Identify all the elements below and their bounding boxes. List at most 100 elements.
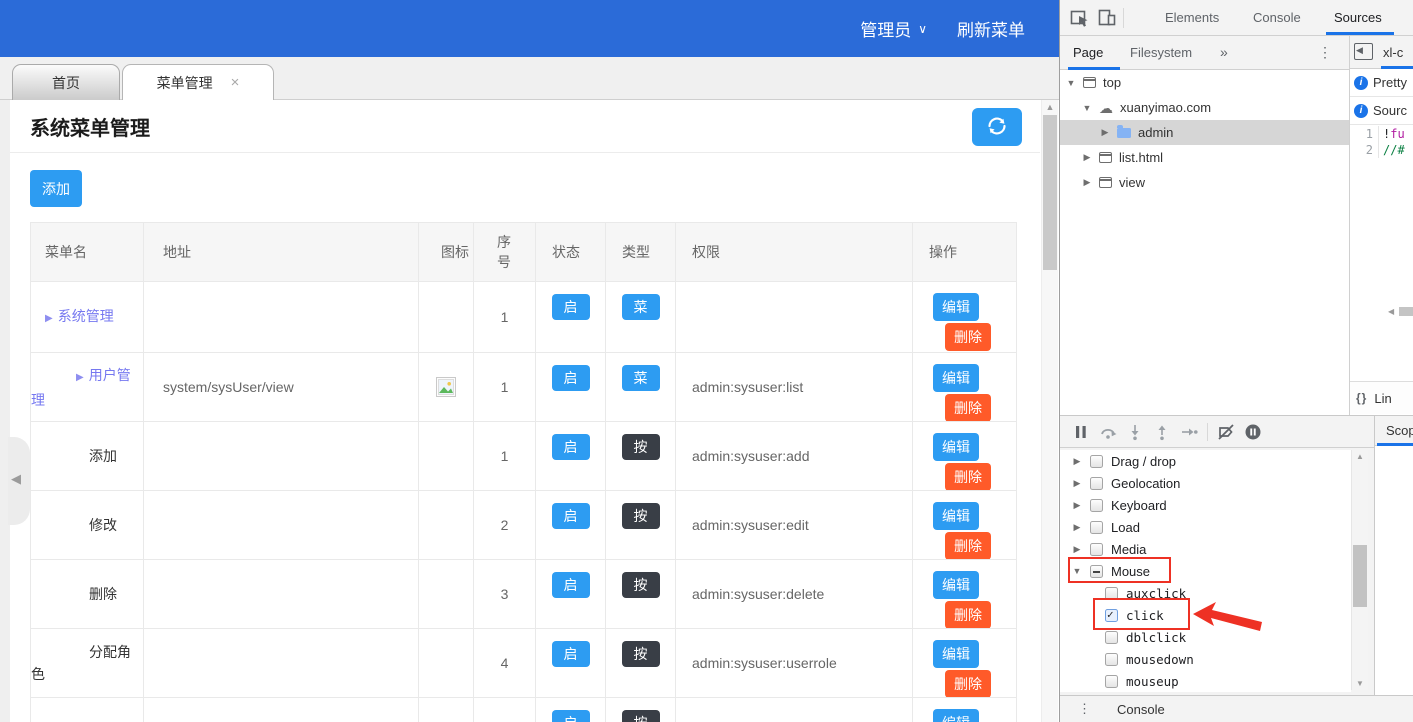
scroll-up-icon[interactable]: ▲ <box>1352 452 1368 461</box>
edit-button[interactable]: 编辑 <box>933 433 979 461</box>
tree-item-top[interactable]: ▼ top <box>1060 70 1349 95</box>
checkbox[interactable] <box>1090 499 1103 512</box>
breakpoint-category-load[interactable]: ▶ Load <box>1060 516 1351 538</box>
device-toolbar-icon[interactable] <box>1097 8 1117 28</box>
breakpoint-category-keyboard[interactable]: ▶ Keyboard <box>1060 494 1351 516</box>
delete-button[interactable]: 删除 <box>945 323 991 351</box>
pretty-print-bar[interactable]: i Pretty <box>1350 69 1413 97</box>
edit-button[interactable]: 编辑 <box>933 502 979 530</box>
delete-button[interactable]: 删除 <box>945 670 991 698</box>
tab-home[interactable]: 首页 <box>12 64 120 100</box>
edit-button[interactable]: 编辑 <box>933 364 979 392</box>
breakpoint-category-mouse[interactable]: ▼ Mouse <box>1060 560 1351 582</box>
scrollbar-thumb[interactable] <box>1043 115 1057 270</box>
tree-item-view[interactable]: ▶ view <box>1060 170 1349 195</box>
step-into-icon[interactable] <box>1126 423 1144 441</box>
tab-scope[interactable]: Scop <box>1375 416 1413 446</box>
step-out-icon[interactable] <box>1153 423 1171 441</box>
tab-filesystem[interactable]: Filesystem <box>1130 36 1192 69</box>
more-tabs-icon[interactable]: » <box>1220 36 1228 69</box>
refresh-button[interactable] <box>972 108 1022 146</box>
checkbox-checked[interactable] <box>1105 609 1118 622</box>
tree-item-admin[interactable]: ▶ admin <box>1060 120 1349 145</box>
tab-console[interactable]: Console <box>1253 0 1301 35</box>
tab-menu-management[interactable]: 菜单管理 × <box>122 64 274 100</box>
pause-on-exceptions-icon[interactable] <box>1244 423 1262 441</box>
pretty-print-icon[interactable]: { } <box>1356 391 1366 405</box>
tab-sources[interactable]: Sources <box>1334 0 1382 35</box>
breakpoint-event-auxclick[interactable]: auxclick <box>1060 582 1351 604</box>
edit-button[interactable]: 编辑 <box>933 709 979 722</box>
breakpoint-category-dragdrop[interactable]: ▶ Drag / drop <box>1060 450 1351 472</box>
step-icon[interactable] <box>1180 423 1198 441</box>
caret-right-icon[interactable]: ▶ <box>1082 152 1092 163</box>
edit-button[interactable]: 编辑 <box>933 571 979 599</box>
delete-button[interactable]: 删除 <box>945 601 991 629</box>
drawer-menu-icon[interactable]: ⋮ <box>1078 701 1091 717</box>
breakpoint-event-dblclick[interactable]: dblclick <box>1060 626 1351 648</box>
tree-item-domain[interactable]: ▼ ☁ xuanyimao.com <box>1060 95 1349 120</box>
breakpoint-event-click[interactable]: click <box>1060 604 1351 626</box>
checkbox[interactable] <box>1090 521 1103 534</box>
source-code[interactable]: 1 !fu 2 //# <box>1350 126 1413 158</box>
line-number[interactable]: 2 <box>1350 142 1379 158</box>
caret-right-icon[interactable]: ▶ <box>1082 177 1092 188</box>
breakpoint-category-geolocation[interactable]: ▶ Geolocation <box>1060 472 1351 494</box>
caret-right-icon[interactable]: ▶ <box>1072 456 1082 467</box>
checkbox-indeterminate[interactable] <box>1090 565 1103 578</box>
inspect-element-icon[interactable] <box>1070 8 1090 28</box>
caret-down-icon[interactable]: ▼ <box>1082 103 1092 113</box>
order-cell <box>474 698 536 722</box>
sidebar-collapse-handle[interactable]: ◀ <box>8 437 30 525</box>
overflow-menu-icon[interactable]: ⋮ <box>1318 36 1332 69</box>
delete-button[interactable]: 删除 <box>945 463 991 491</box>
delete-button[interactable]: 删除 <box>945 394 991 422</box>
tree-item-listhtml[interactable]: ▶ list.html <box>1060 145 1349 170</box>
step-over-icon[interactable] <box>1099 423 1117 441</box>
line-number[interactable]: 1 <box>1350 126 1379 142</box>
scrollbar-thumb[interactable] <box>1353 545 1367 607</box>
checkbox[interactable] <box>1105 675 1118 688</box>
scroll-up-icon[interactable]: ▲ <box>1042 102 1058 112</box>
expand-caret-icon[interactable]: ▶ <box>45 313 53 324</box>
source-map-bar[interactable]: i Sourc <box>1350 97 1413 125</box>
delete-button[interactable]: 删除 <box>945 532 991 560</box>
caret-down-icon[interactable]: ▼ <box>1072 566 1082 576</box>
breakpoints-scrollbar[interactable]: ▲ ▼ <box>1351 450 1368 690</box>
pause-script-icon[interactable] <box>1072 423 1090 441</box>
edit-button[interactable]: 编辑 <box>933 640 979 668</box>
user-dropdown[interactable]: 管理员 ∨ <box>860 16 927 41</box>
close-tab-icon[interactable]: × <box>231 75 240 90</box>
scroll-down-icon[interactable]: ▼ <box>1352 679 1368 688</box>
content-scrollbar[interactable]: ▲ <box>1041 100 1058 722</box>
file-tab[interactable]: xl-c <box>1383 36 1403 69</box>
checkbox[interactable] <box>1105 653 1118 666</box>
caret-right-icon[interactable]: ▶ <box>1072 522 1082 533</box>
breakpoint-event-mousedown[interactable]: mousedown <box>1060 648 1351 670</box>
deactivate-breakpoints-icon[interactable] <box>1217 423 1235 441</box>
breakpoint-category-media[interactable]: ▶ Media <box>1060 538 1351 560</box>
checkbox[interactable] <box>1105 587 1118 600</box>
tab-page[interactable]: Page <box>1073 36 1103 69</box>
refresh-menu-button[interactable]: 刷新菜单 <box>957 16 1025 41</box>
expand-caret-icon[interactable]: ▶ <box>76 372 84 383</box>
caret-down-icon[interactable]: ▼ <box>1066 78 1076 88</box>
console-drawer-bar[interactable]: ⋮ Console <box>1060 695 1413 722</box>
caret-right-icon[interactable]: ▶ <box>1072 500 1082 511</box>
hide-navigator-icon[interactable] <box>1354 43 1373 60</box>
edit-button[interactable]: 编辑 <box>933 293 979 321</box>
checkbox[interactable] <box>1105 631 1118 644</box>
breakpoint-event-mouseup[interactable]: mouseup <box>1060 670 1351 692</box>
scroll-left-icon[interactable]: ◀ <box>1388 307 1394 316</box>
checkbox[interactable] <box>1090 455 1103 468</box>
caret-right-icon[interactable]: ▶ <box>1100 127 1110 138</box>
menu-name-link[interactable]: 系统管理 <box>58 308 114 324</box>
checkbox[interactable] <box>1090 477 1103 490</box>
caret-right-icon[interactable]: ▶ <box>1072 544 1082 555</box>
scrollbar-thumb[interactable] <box>1399 307 1413 316</box>
add-button[interactable]: 添加 <box>30 170 82 207</box>
tab-elements[interactable]: Elements <box>1165 0 1219 35</box>
editor-hscrollbar[interactable]: ◀ <box>1388 306 1413 318</box>
caret-right-icon[interactable]: ▶ <box>1072 478 1082 489</box>
checkbox[interactable] <box>1090 543 1103 556</box>
